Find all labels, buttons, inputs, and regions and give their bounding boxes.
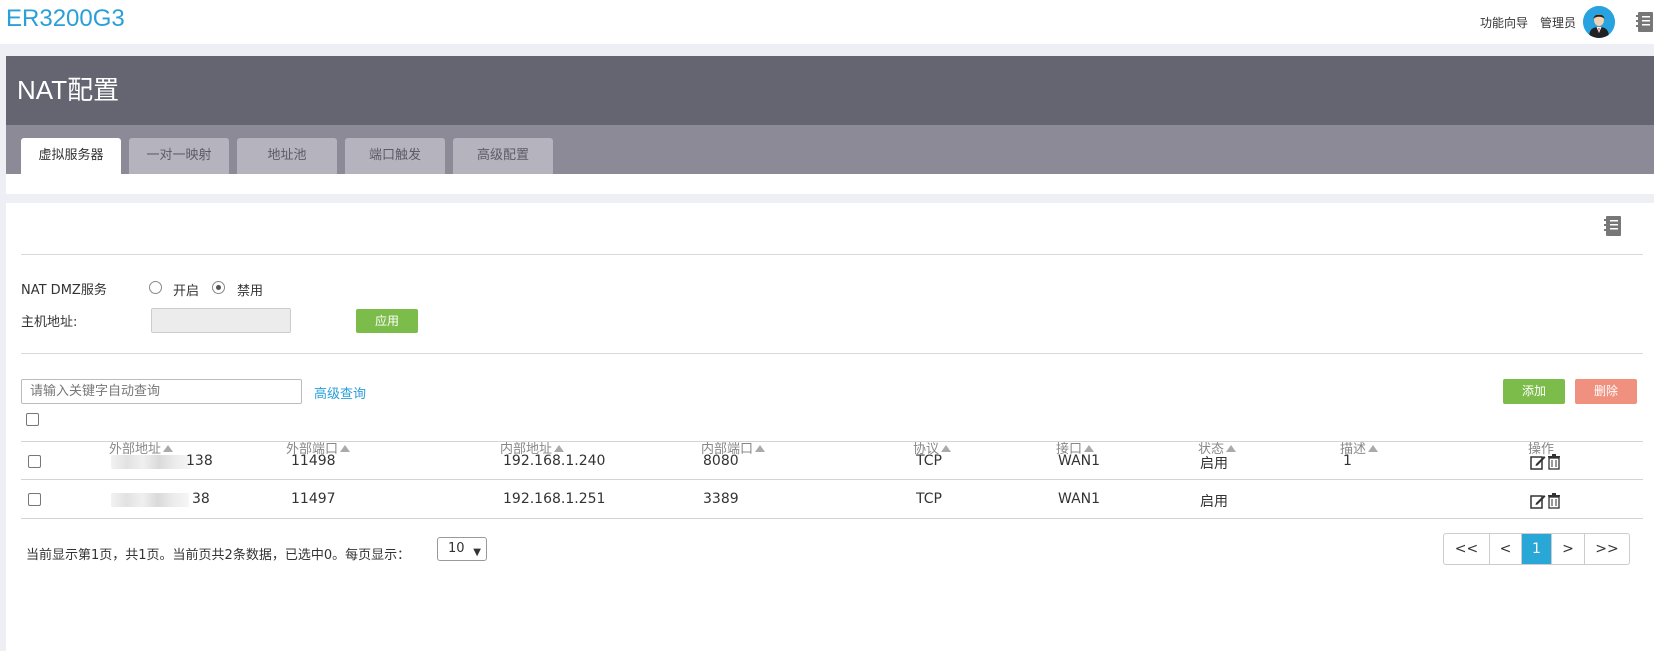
- cell-ext-port: 11498: [291, 453, 336, 469]
- sort-up-icon: [163, 445, 174, 452]
- prev-page-button[interactable]: <: [1490, 534, 1522, 564]
- dmz-off-radio[interactable]: [212, 281, 225, 294]
- tab-one-to-one[interactable]: 一对一映射: [129, 138, 229, 174]
- delete-button[interactable]: 删除: [1575, 379, 1637, 404]
- dmz-label: NAT DMZ服务: [21, 283, 107, 298]
- row-divider: [21, 518, 1643, 519]
- help-book-icon[interactable]: [1636, 11, 1654, 37]
- chevron-down-icon: ▼: [473, 547, 481, 558]
- current-page-button[interactable]: 1: [1522, 534, 1552, 564]
- app-title: ER3200G3: [6, 5, 125, 32]
- cell-interface: WAN1: [1058, 453, 1101, 469]
- page-size-value: 10: [448, 541, 465, 556]
- admin-link[interactable]: 管理员: [1540, 14, 1576, 31]
- cell-ext-addr: 138: [186, 453, 213, 469]
- help-book-icon[interactable]: [1604, 215, 1622, 241]
- last-page-button[interactable]: >>: [1585, 534, 1629, 564]
- top-bar: ER3200G3 功能向导 管理员: [0, 0, 1654, 44]
- sort-up-icon: [554, 445, 565, 452]
- first-page-button[interactable]: <<: [1444, 534, 1490, 564]
- avatar[interactable]: [1583, 6, 1615, 38]
- sort-up-icon: [1226, 445, 1237, 452]
- apply-button[interactable]: 应用: [356, 309, 418, 333]
- next-page-button[interactable]: >: [1552, 534, 1585, 564]
- page-title: NAT配置: [17, 75, 120, 105]
- cell-ext-addr: 38: [192, 491, 210, 507]
- cell-status: 启用: [1200, 456, 1228, 472]
- trash-icon[interactable]: [1547, 454, 1561, 470]
- user-avatar-icon: [1583, 6, 1615, 38]
- dmz-off-label[interactable]: 禁用: [237, 280, 263, 299]
- add-button[interactable]: 添加: [1503, 379, 1565, 404]
- tab-virtual-server[interactable]: 虚拟服务器: [21, 138, 121, 174]
- cell-interface: WAN1: [1058, 491, 1101, 507]
- pagination: << < 1 > >>: [1443, 533, 1630, 565]
- row-checkbox[interactable]: [28, 493, 41, 506]
- row-checkbox[interactable]: [28, 455, 41, 468]
- search-input[interactable]: [21, 379, 302, 404]
- tab-bar: 虚拟服务器 一对一映射 地址池 端口触发 高级配置: [6, 125, 1654, 174]
- divider: [21, 353, 1643, 354]
- page-header: NAT配置: [6, 56, 1654, 125]
- page-size-select[interactable]: 10 ▼: [437, 537, 487, 561]
- sort-up-icon: [755, 445, 766, 452]
- dmz-on-label[interactable]: 开启: [173, 280, 199, 299]
- redacted-ip: [111, 493, 189, 507]
- sort-up-icon: [340, 445, 351, 452]
- table-header-line: [21, 441, 1643, 442]
- cell-int-port: 3389: [703, 491, 739, 507]
- page-summary: 当前显示第1页，共1页。当前页共2条数据，已选中0。每页显示：: [26, 548, 411, 563]
- dmz-on-radio[interactable]: [149, 281, 162, 294]
- cell-protocol: TCP: [916, 453, 942, 469]
- edit-icon[interactable]: [1530, 454, 1546, 470]
- cell-desc: 1: [1343, 453, 1352, 469]
- tab-underlay: [6, 174, 1654, 194]
- main-content: NAT DMZ服务 开启 禁用 主机地址: 应用 高级查询 添加 删除 外部地址…: [6, 203, 1654, 651]
- advanced-search-link[interactable]: 高级查询: [314, 383, 366, 402]
- cell-int-addr: 192.168.1.251: [503, 491, 606, 507]
- cell-protocol: TCP: [916, 491, 942, 507]
- cell-ext-port: 11497: [291, 491, 336, 507]
- tab-port-trigger[interactable]: 端口触发: [345, 138, 445, 174]
- sort-up-icon: [1084, 445, 1095, 452]
- sort-up-icon: [941, 445, 952, 452]
- cell-int-port: 8080: [703, 453, 739, 469]
- host-address-input[interactable]: [151, 308, 291, 333]
- spacer: [0, 194, 1654, 203]
- cell-status: 启用: [1200, 494, 1228, 510]
- edit-icon[interactable]: [1530, 493, 1546, 509]
- wizard-link[interactable]: 功能向导: [1480, 14, 1528, 31]
- host-address-label: 主机地址:: [21, 315, 78, 330]
- tab-address-pool[interactable]: 地址池: [237, 138, 337, 174]
- tab-advanced[interactable]: 高级配置: [453, 138, 553, 174]
- select-all-checkbox[interactable]: [26, 413, 39, 426]
- redacted-ip: [111, 455, 191, 469]
- row-divider: [21, 479, 1643, 480]
- sort-up-icon: [1368, 445, 1379, 452]
- spacer: [0, 44, 1654, 56]
- trash-icon[interactable]: [1547, 493, 1561, 509]
- divider: [21, 254, 1643, 255]
- cell-int-addr: 192.168.1.240: [503, 453, 606, 469]
